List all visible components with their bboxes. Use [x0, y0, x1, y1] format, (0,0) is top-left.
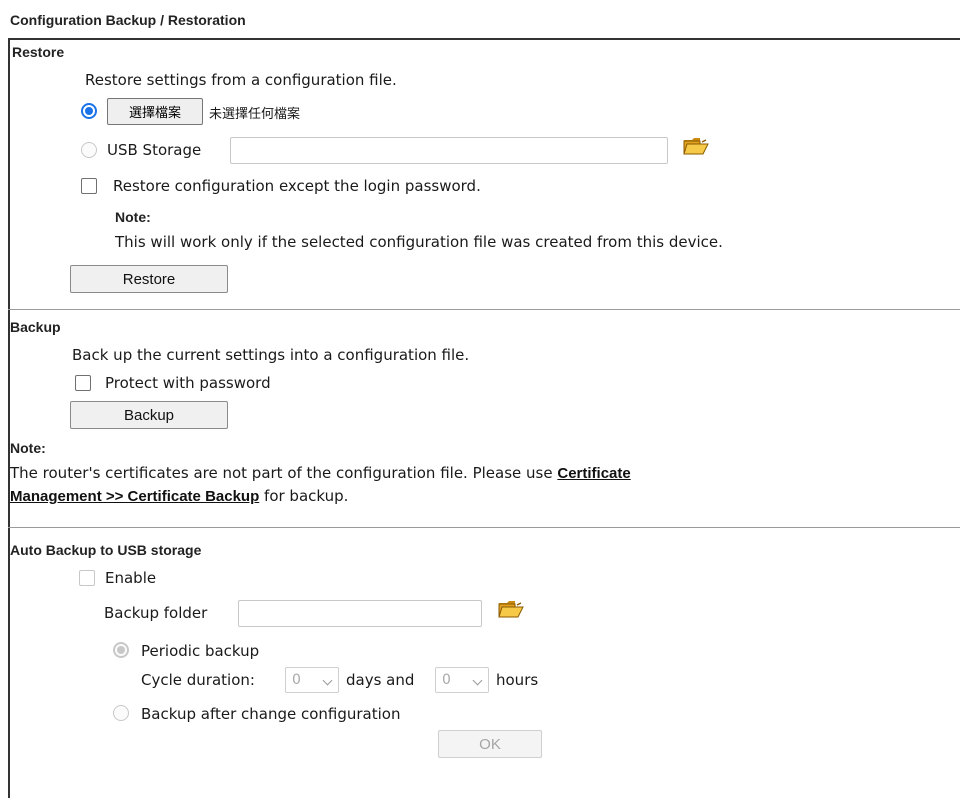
days-and-label: days and	[346, 671, 415, 689]
backup-note-text-after: for backup.	[259, 487, 349, 505]
chevron-down-icon	[472, 675, 483, 686]
usb-storage-path-input[interactable]	[230, 137, 668, 164]
chevron-down-icon	[322, 675, 333, 686]
restore-section-heading: Restore	[12, 44, 65, 60]
restore-except-password-checkbox[interactable]	[81, 178, 97, 194]
cycle-hours-select[interactable]: 0	[435, 667, 489, 693]
backup-folder-label: Backup folder	[104, 604, 208, 622]
restore-note-text: This will work only if the selected conf…	[115, 233, 723, 251]
backup-description: Back up the current settings into a conf…	[72, 346, 470, 364]
protect-with-password-checkbox[interactable]	[75, 375, 91, 391]
backup-section-heading: Backup	[10, 319, 61, 335]
backup-note-line2: Management >> Certificate Backup for bac…	[10, 487, 348, 505]
cycle-days-value: 0	[292, 672, 301, 688]
periodic-backup-radio[interactable]	[113, 642, 129, 658]
restore-source-usb-radio[interactable]	[81, 142, 97, 158]
certificate-backup-link-part1[interactable]: Certificate	[557, 465, 630, 482]
certificate-backup-link-part2[interactable]: Management >> Certificate Backup	[10, 488, 259, 505]
folder-browse-icon[interactable]	[497, 598, 525, 620]
section-divider-backup-auto	[8, 527, 960, 528]
restore-button[interactable]: Restore	[70, 265, 228, 293]
backup-after-change-radio[interactable]	[113, 705, 129, 721]
auto-backup-enable-checkbox[interactable]	[79, 570, 95, 586]
section-divider-restore-backup	[8, 309, 960, 310]
auto-backup-enable-label: Enable	[105, 569, 157, 587]
restore-except-password-label: Restore configuration except the login p…	[113, 177, 481, 195]
auto-backup-section-heading: Auto Backup to USB storage	[10, 542, 202, 558]
backup-folder-input[interactable]	[238, 600, 482, 627]
usb-storage-label: USB Storage	[107, 141, 202, 159]
backup-button[interactable]: Backup	[70, 401, 228, 429]
periodic-backup-label: Periodic backup	[141, 642, 260, 660]
page-title: Configuration Backup / Restoration	[10, 12, 246, 28]
protect-with-password-label: Protect with password	[105, 374, 271, 392]
restore-source-file-radio[interactable]	[81, 103, 97, 119]
cycle-duration-label: Cycle duration:	[141, 671, 255, 689]
restore-description: Restore settings from a configuration fi…	[85, 71, 397, 89]
backup-after-change-label: Backup after change configuration	[141, 705, 401, 723]
cycle-hours-value: 0	[442, 672, 451, 688]
backup-note-text: The router's certificates are not part o…	[10, 464, 558, 482]
backup-note-heading: Note:	[10, 440, 46, 456]
choose-file-button[interactable]: 選擇檔案	[107, 98, 203, 125]
folder-browse-icon[interactable]	[682, 135, 710, 157]
restore-note-heading: Note:	[115, 209, 151, 225]
ok-button[interactable]: OK	[438, 730, 542, 758]
backup-note-line1: The router's certificates are not part o…	[10, 464, 631, 482]
file-status-text: 未選擇任何檔案	[209, 107, 301, 122]
cycle-days-select[interactable]: 0	[285, 667, 339, 693]
hours-label: hours	[496, 671, 539, 689]
